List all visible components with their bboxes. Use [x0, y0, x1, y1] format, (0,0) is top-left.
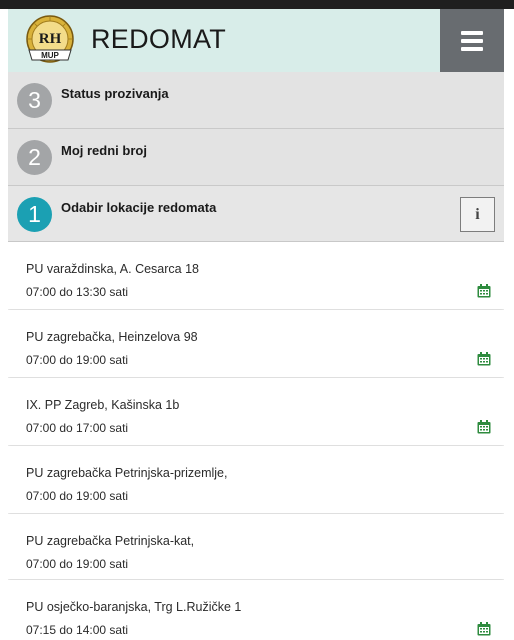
- logo-letters-rh: RH: [39, 31, 62, 47]
- calendar-icon[interactable]: [477, 420, 491, 434]
- location-name: PU osječko-baranjska, Trg L.Ružičke 1: [26, 600, 242, 614]
- location-item[interactable]: PU osječko-baranjska, Trg L.Ružičke 1 07…: [8, 580, 504, 640]
- step-odabir-lokacije[interactable]: 1 Odabir lokacije redomata i: [8, 186, 504, 242]
- location-list: PU varaždinska, A. Cesarca 18 07:00 do 1…: [8, 242, 504, 640]
- top-strip: [0, 0, 514, 9]
- calendar-icon[interactable]: [477, 284, 491, 298]
- info-button[interactable]: i: [460, 197, 495, 232]
- mup-logo: RH MUP: [26, 15, 74, 63]
- step-moj-redni-broj[interactable]: 2 Moj redni broj: [8, 129, 504, 186]
- location-name: PU zagrebačka Petrinjska-kat,: [26, 534, 195, 548]
- location-item[interactable]: PU zagrebačka, Heinzelova 98 07:00 do 19…: [8, 310, 504, 377]
- step-number-badge: 2: [17, 140, 52, 175]
- step-number-badge-active: 1: [17, 197, 52, 232]
- app-frame: RH MUP REDOMAT 3 Status prozivanja 2 Moj…: [8, 9, 504, 640]
- location-name: PU zagrebačka, Heinzelova 98: [26, 330, 198, 344]
- step-status-prozivanja[interactable]: 3 Status prozivanja: [8, 72, 504, 129]
- location-hours: 07:00 do 19:00 sati: [26, 557, 129, 571]
- location-item[interactable]: IX. PP Zagreb, Kašinska 1b 07:00 do 17:0…: [8, 378, 504, 445]
- hamburger-menu-button[interactable]: [440, 9, 504, 72]
- location-name: PU varaždinska, A. Cesarca 18: [26, 262, 199, 276]
- location-hours: 07:00 do 17:00 sati: [26, 421, 129, 435]
- location-name: PU zagrebačka Petrinjska-prizemlje,: [26, 466, 228, 480]
- calendar-icon[interactable]: [477, 352, 491, 366]
- location-hours: 07:00 do 19:00 sati: [26, 353, 129, 367]
- location-hours: 07:00 do 13:30 sati: [26, 285, 129, 299]
- step-title: Status prozivanja: [61, 86, 169, 101]
- logo-letters-mup: MUP: [41, 51, 59, 60]
- location-name: IX. PP Zagreb, Kašinska 1b: [26, 398, 180, 412]
- app-header: RH MUP REDOMAT: [8, 9, 504, 72]
- calendar-icon[interactable]: [477, 622, 491, 636]
- location-item[interactable]: PU zagrebačka Petrinjska-kat, 07:00 do 1…: [8, 514, 504, 579]
- app-title: REDOMAT: [91, 24, 227, 54]
- step-number-badge: 3: [17, 83, 52, 118]
- location-item[interactable]: PU varaždinska, A. Cesarca 18 07:00 do 1…: [8, 242, 504, 309]
- location-hours: 07:00 do 19:00 sati: [26, 489, 129, 503]
- location-item[interactable]: PU zagrebačka Petrinjska-prizemlje, 07:0…: [8, 446, 504, 513]
- step-title: Odabir lokacije redomata: [61, 200, 217, 215]
- location-hours: 07:15 do 14:00 sati: [26, 623, 129, 637]
- step-title: Moj redni broj: [61, 143, 147, 158]
- info-icon: i: [475, 206, 480, 223]
